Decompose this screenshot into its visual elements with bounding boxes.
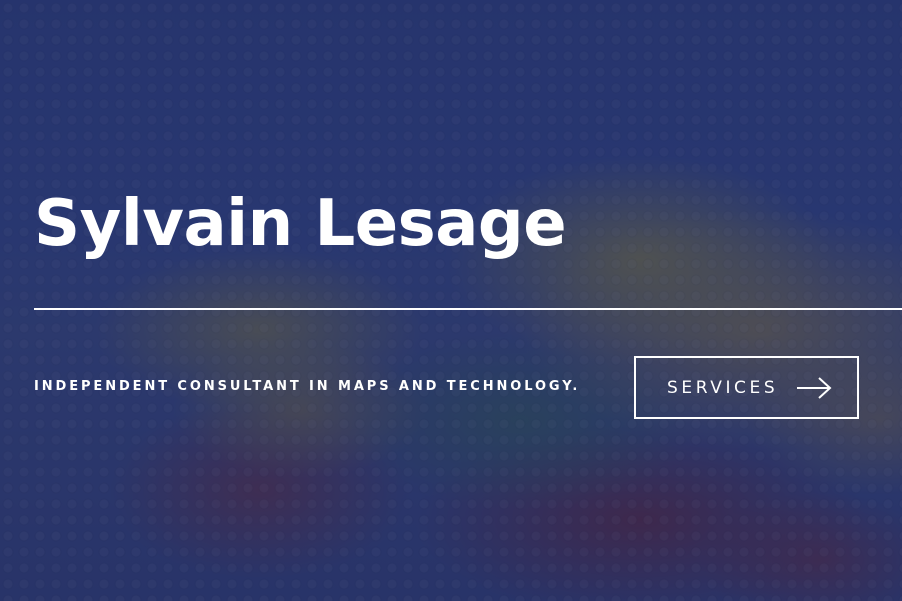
services-button-label: SERVICES (667, 378, 779, 398)
arrow-right-icon (797, 377, 832, 399)
hero-divider (34, 308, 902, 310)
hero-tagline: INDEPENDENT CONSULTANT IN MAPS AND TECHN… (34, 379, 581, 394)
hero-section: Sylvain Lesage INDEPENDENT CONSULTANT IN… (0, 0, 902, 601)
services-button[interactable]: SERVICES (634, 356, 859, 419)
site-title: Sylvain Lesage (34, 187, 567, 261)
hero-overlay (0, 0, 902, 601)
